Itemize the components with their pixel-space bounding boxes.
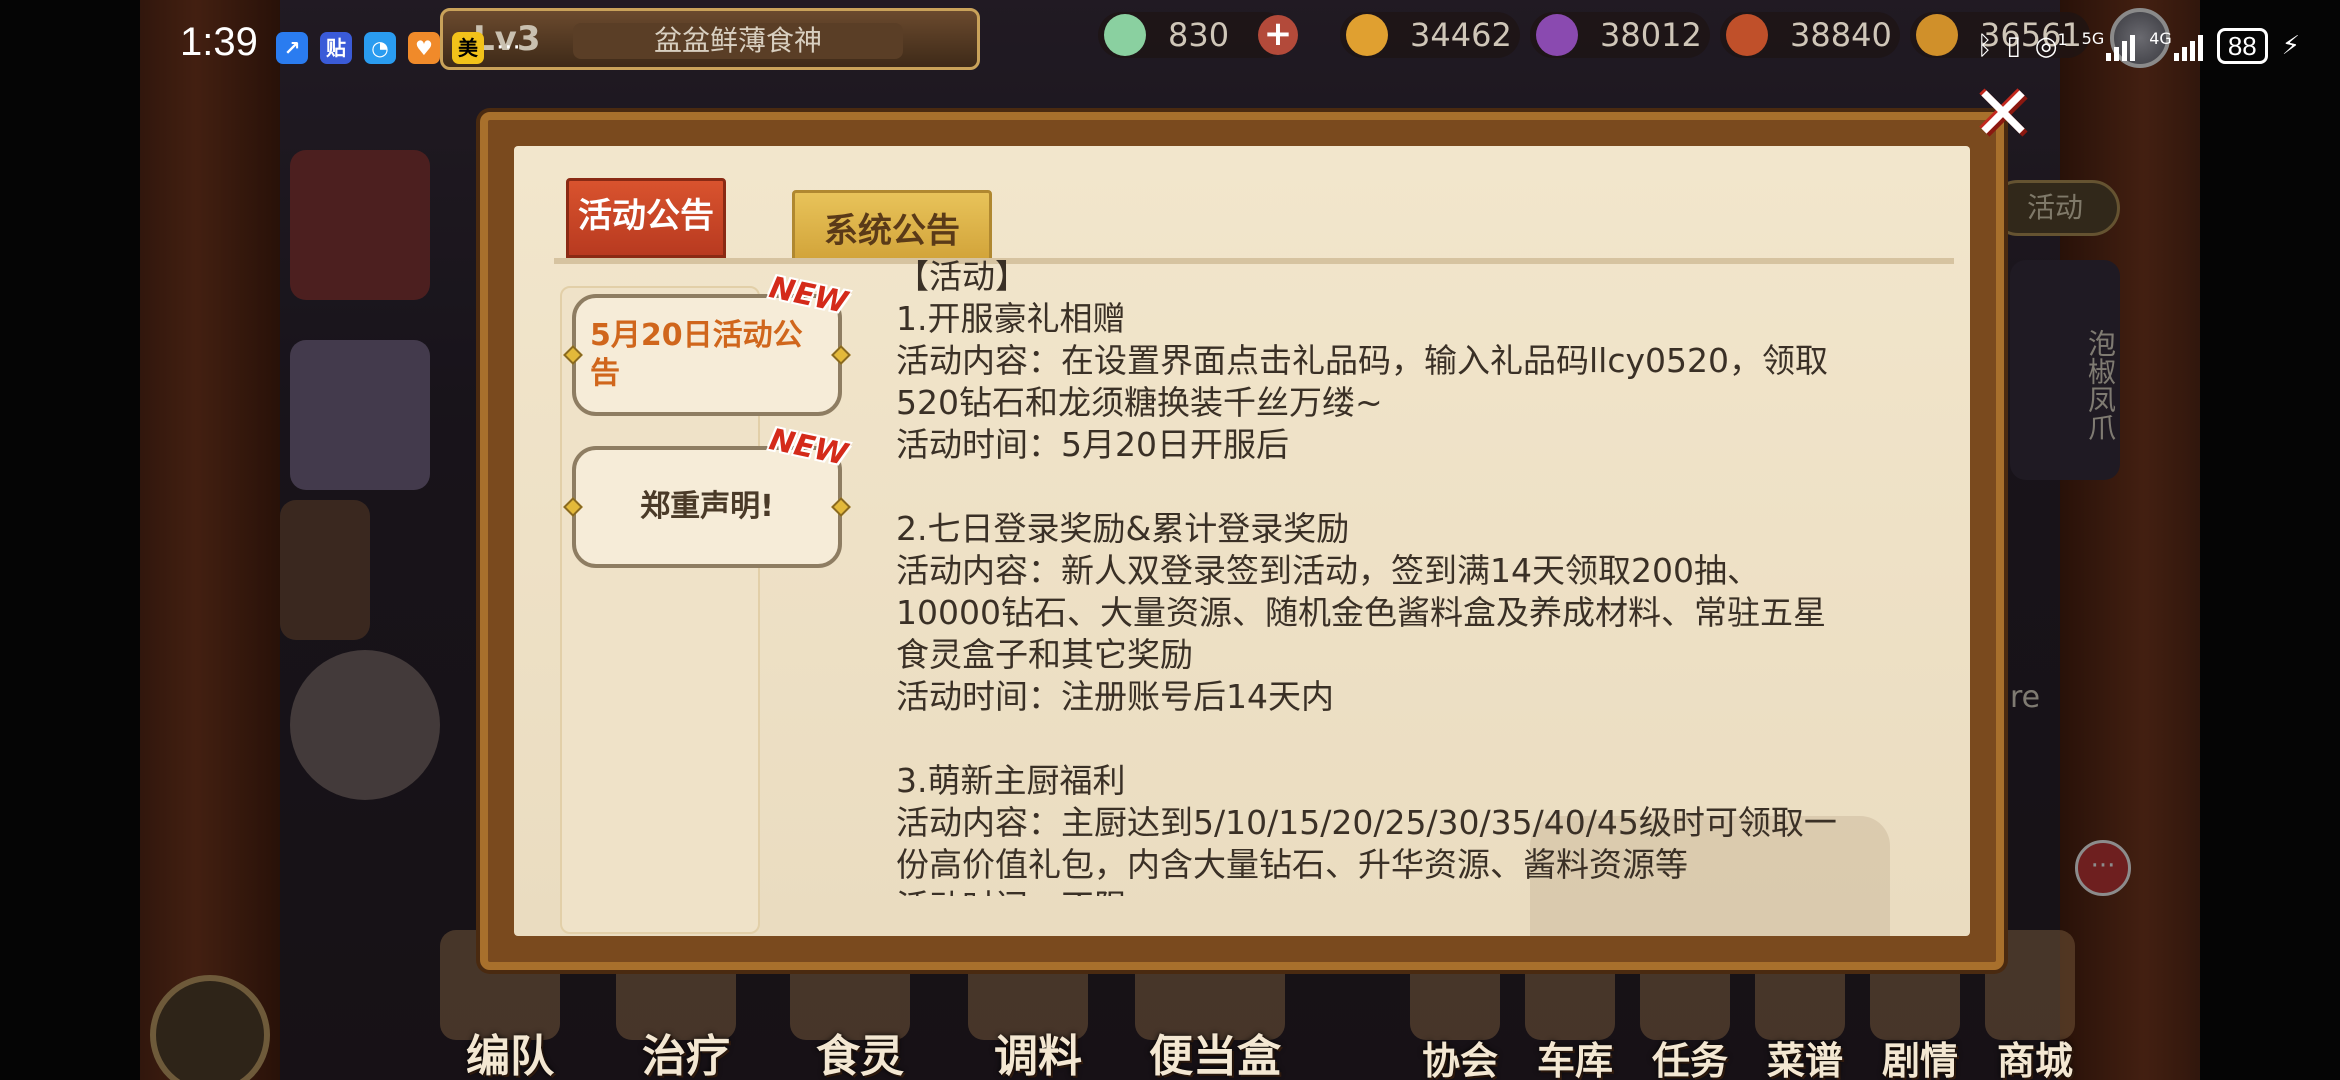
nav-story-label: 剧情 [1881,1039,1958,1080]
tab-system-announcements[interactable]: 系统公告 [792,190,992,262]
status-time: 1:39 [180,20,258,64]
content-line: 活动时间：注册账号后14天内 [896,677,1334,716]
status-indicators: ᛒ ▯ ◎1 5G 4G 88 ⚡ [1977,28,2300,64]
content-line: 份高价值礼包，内含大量钻石、升华资源、酱料资源等 [896,845,1688,884]
bluetooth-icon: ᛒ [1976,31,1993,61]
vibrate-icon: ▯ [2006,31,2021,61]
content-line: 2.七日登录奖励&累计登录奖励 [896,509,1350,548]
dialog-paper: 活动公告 系统公告 5月20日活动公告 NEW 郑重声明! NEW 【活动】 1.… [514,146,1970,936]
nav-tasks-label: 任务 [1651,1039,1728,1080]
nav-bento-label: 便当盒 [1149,1031,1281,1080]
content-line: 活动时间：5月20日开服后 [896,425,1289,464]
app5-icon: 美 [452,32,484,64]
close-dialog-button[interactable]: ✕ [1970,77,2036,151]
more-notifications-icon: ··· [496,33,521,63]
nav-seasoning-label: 调料 [994,1031,1082,1080]
content-line: 活动内容：在设置界面点击礼品码，输入礼品码llcy0520，领取 [896,341,1828,380]
announcement-dialog: 活动公告 系统公告 5月20日活动公告 NEW 郑重声明! NEW 【活动】 1.… [480,112,2004,970]
content-line: 活动时间：不限 [896,886,1936,896]
battery-level: 88 [2216,28,2268,64]
status-bar: 1:39 ↗ 贴 ◔ ♥ 美 ··· ᛒ ▯ ◎1 5G 4G 88 ⚡ [0,0,2340,70]
notice-title: 郑重声明! [640,489,774,524]
charging-icon: ⚡ [2281,31,2300,61]
content-line: 【活动】 [896,257,1028,296]
nav-guild-label: 协会 [1421,1039,1498,1080]
tab-activity-announcements[interactable]: 活动公告 [566,178,726,258]
sim-index: 1 [2057,30,2068,50]
notice-title: 5月20日活动公告 [590,318,803,391]
notice-item-selected[interactable]: 5月20日活动公告 NEW [563,270,851,416]
content-line: 活动内容：新人双登录签到活动，签到满14天领取200抽、 [896,551,1760,590]
content-line: 1.开服豪礼相赠 [896,299,1126,338]
nav-spirits-label: 食灵 [816,1031,904,1080]
nav-recipes-label: 菜谱 [1766,1039,1843,1080]
hotspot-icon: ◎1 [2034,30,2068,62]
signal-4g-bars-icon [2173,31,2203,61]
nav-heal-label: 治疗 [642,1031,730,1080]
notification-icons: ↗ 贴 ◔ ♥ 美 ··· [276,32,521,64]
signal-5g-bars-icon [2106,31,2136,61]
notice-right-diamond-icon [831,345,851,365]
nav-shop-label: 商城 [1996,1039,2073,1080]
content-line [896,466,1936,508]
signal-4g-label: 4G [2149,29,2172,48]
app1-icon: ↗ [276,32,308,64]
nav-garage-label: 车库 [1536,1039,1613,1080]
content-line: 10000钻石、大量资源、随机金色酱料盒及养成材料、常驻五星 [896,593,1826,632]
app2-icon: 贴 [320,32,352,64]
left-black-bar [0,0,140,1080]
signal-5g: 5G [2082,31,2136,61]
signal-5g-label: 5G [2081,29,2105,48]
content-line: 3.萌新主厨福利 [896,761,1126,800]
content-line: 活动内容：主厨达到5/10/15/20/25/30/35/40/45级时可领取一 [896,803,1837,842]
notice-item[interactable]: 郑重声明! NEW [563,422,851,568]
content-line [896,718,1936,760]
content-line: 520钻石和龙须糖换装千丝万缕~ [896,383,1383,422]
content-line: 食灵盒子和其它奖励 [896,635,1193,674]
right-black-bar [2200,0,2340,1080]
notice-right-diamond-icon [831,497,851,517]
nav-formation-label: 编队 [466,1031,554,1080]
app3-icon: ◔ [364,32,396,64]
signal-4g: 4G [2149,31,2203,61]
announcement-content[interactable]: 【活动】 1.开服豪礼相赠 活动内容：在设置界面点击礼品码，输入礼品码llcy052… [896,256,1936,896]
app4-icon: ♥ [408,32,440,64]
